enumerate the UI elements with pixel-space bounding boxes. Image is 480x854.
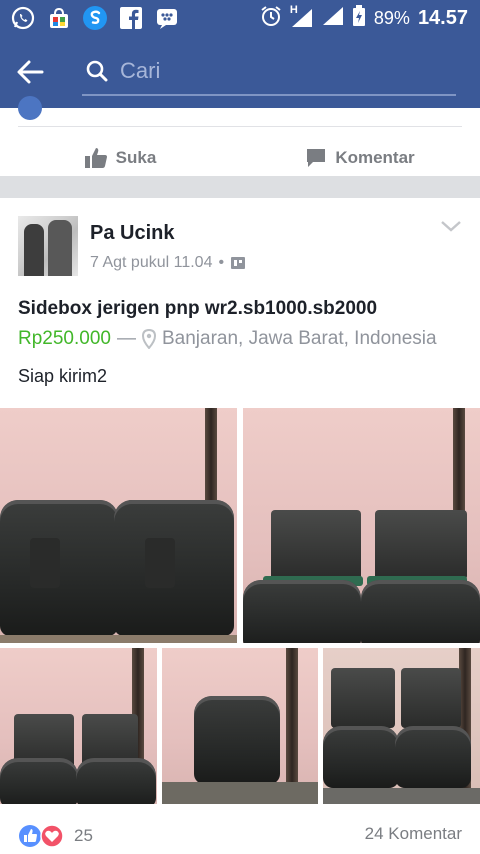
- alarm-icon: [260, 5, 282, 32]
- price-location-row: Rp250.000 — Banjaran, Jawa Barat, Indone…: [18, 328, 437, 350]
- post-time[interactable]: 7 Agt pukul 11.04: [90, 254, 212, 272]
- comment-count-link[interactable]: 24 Komentar: [365, 824, 462, 844]
- reaction-dot-icon: [18, 96, 42, 120]
- signal-icon-2: [322, 5, 344, 32]
- listing-photo-2[interactable]: [243, 408, 480, 643]
- back-arrow-icon: [17, 60, 44, 84]
- like-button[interactable]: Suka: [0, 138, 240, 178]
- listing-photo-3[interactable]: [0, 648, 157, 804]
- feed-separator: [0, 176, 480, 198]
- listing-photo-5[interactable]: [323, 648, 480, 804]
- comment-icon: [307, 149, 326, 167]
- divider: [18, 126, 462, 127]
- reactions-summary[interactable]: 25: [18, 824, 93, 848]
- listing-price: Rp250.000: [18, 328, 111, 349]
- marketplace-icon: [231, 257, 246, 269]
- battery-icon: [352, 4, 366, 32]
- signal-icon: H: [289, 4, 314, 29]
- chevron-down-icon: [441, 221, 461, 232]
- comment-button[interactable]: Komentar: [240, 138, 480, 178]
- previous-post-footer: Suka Komentar: [0, 96, 480, 178]
- like-label: Suka: [115, 148, 157, 167]
- author-name[interactable]: Pa Ucink: [90, 222, 174, 245]
- network-type-label: H: [289, 4, 298, 16]
- avatar[interactable]: [18, 216, 78, 276]
- post-menu-button[interactable]: [440, 218, 462, 234]
- listing-photo-1[interactable]: [0, 408, 237, 643]
- love-reaction-icon: [40, 824, 64, 848]
- comment-label: Komentar: [335, 148, 415, 167]
- store-icon: [46, 5, 72, 31]
- separator: —: [116, 328, 136, 349]
- app-bar: [0, 36, 480, 108]
- like-reaction-icon: [19, 825, 41, 847]
- meta-dot: •: [218, 254, 225, 271]
- thumbs-up-icon: [84, 148, 107, 168]
- search-input[interactable]: [120, 58, 420, 84]
- reaction-count: 25: [74, 826, 93, 845]
- marketplace-post: Pa Ucink 7 Agt pukul 11.04 • Sidebox jer…: [0, 198, 480, 854]
- battery-percent: 89%: [373, 7, 410, 28]
- bbm-icon: [154, 5, 180, 31]
- whatsapp-icon: [10, 5, 36, 31]
- listing-photo-4[interactable]: [162, 648, 318, 804]
- s-app-icon: [82, 5, 108, 31]
- listing-description: Siap kirim2: [18, 366, 108, 386]
- location-pin-icon: [141, 329, 156, 349]
- search-bar[interactable]: [82, 48, 456, 96]
- listing-location[interactable]: Banjaran, Jawa Barat, Indonesia: [162, 328, 437, 350]
- listing-title: Sidebox jerigen pnp wr2.sb1000.sb2000: [18, 298, 378, 319]
- facebook-icon: [118, 5, 144, 31]
- post-meta: 7 Agt pukul 11.04 •: [90, 254, 246, 272]
- search-icon: [86, 60, 108, 82]
- clock: 14.57: [417, 6, 468, 29]
- status-bar: H 89% 14.57: [0, 0, 480, 36]
